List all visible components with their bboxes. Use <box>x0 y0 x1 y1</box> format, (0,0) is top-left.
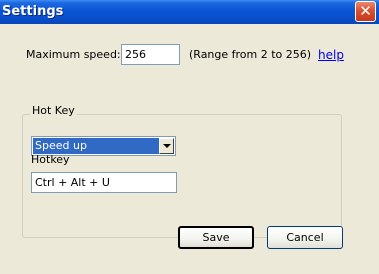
help-link[interactable]: help <box>318 48 344 62</box>
chevron-down-icon <box>162 144 171 148</box>
close-icon: ✕ <box>359 2 372 20</box>
range-note: (Range from 2 to 256) <box>189 48 312 61</box>
max-speed-input[interactable]: 256 <box>121 44 180 65</box>
hotkey-label: Hotkey <box>31 153 70 166</box>
cancel-button[interactable]: Cancel <box>267 226 343 249</box>
save-button[interactable]: Save <box>178 226 254 249</box>
dialog-body: Maximum speed: 256 (Range from 2 to 256)… <box>0 24 379 274</box>
close-button[interactable]: ✕ <box>355 1 376 22</box>
hotkey-input[interactable]: Ctrl + Alt + U <box>31 172 177 193</box>
hotkey-group-legend: Hot Key <box>30 104 77 117</box>
title-bar[interactable]: Settings ✕ <box>0 0 379 24</box>
dropdown-button[interactable] <box>159 138 174 154</box>
action-dropdown-value: Speed up <box>33 138 159 154</box>
max-speed-label: Maximum speed: <box>26 48 121 61</box>
window-title: Settings <box>2 4 64 19</box>
